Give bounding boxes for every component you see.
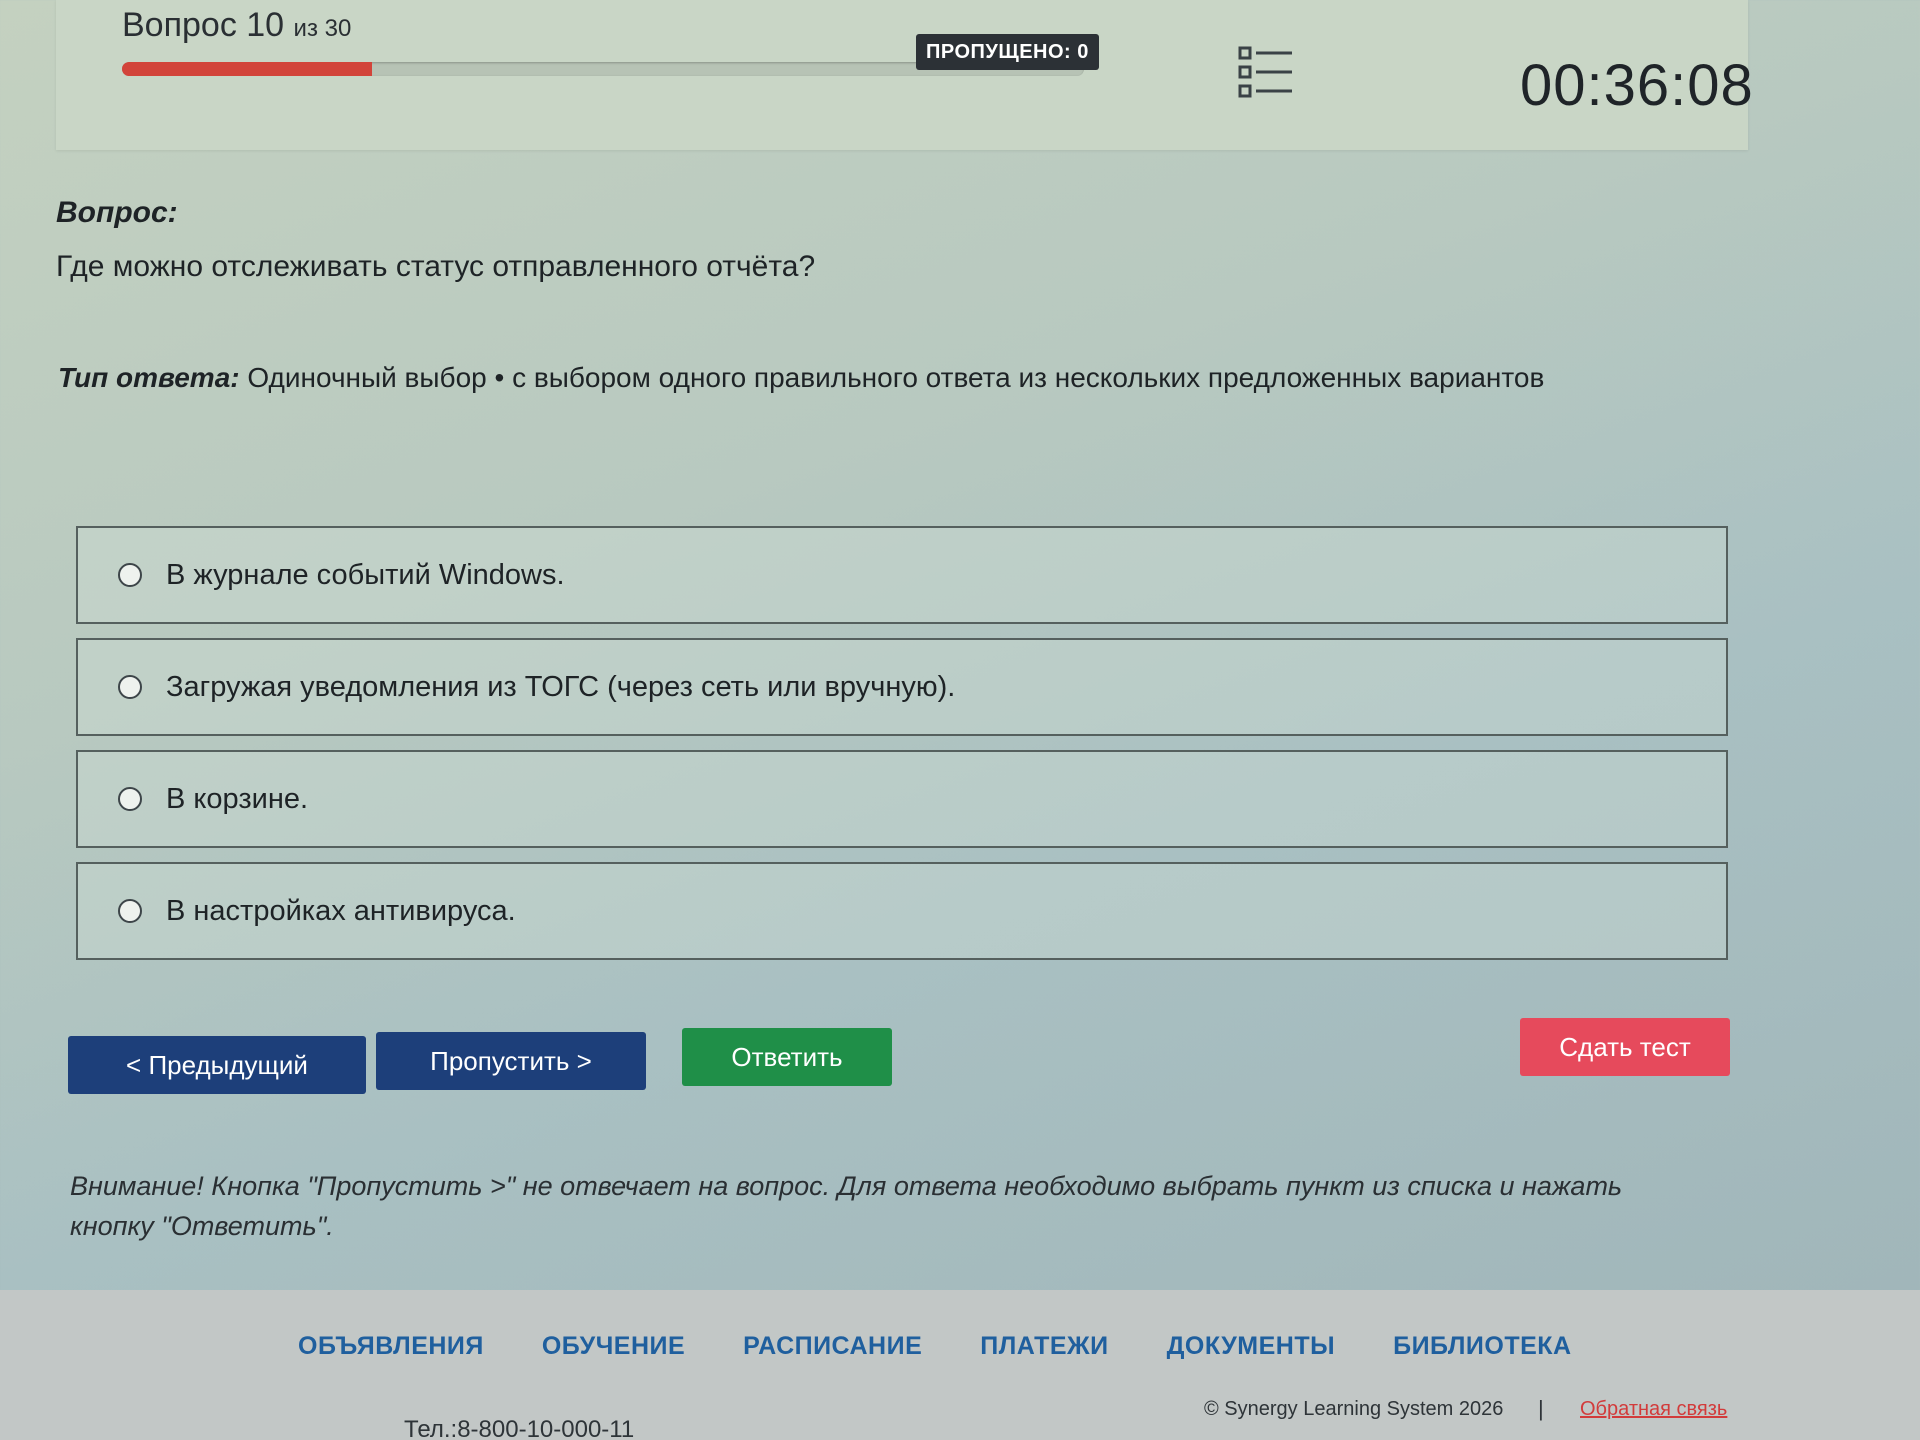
- answer-option[interactable]: В настройках антивируса.: [76, 862, 1728, 960]
- skip-warning-notice: Внимание! Кнопка "Пропустить >" не отвеч…: [70, 1171, 1623, 1241]
- answer-button[interactable]: Ответить: [682, 1028, 892, 1086]
- answer-option[interactable]: В журнале событий Windows.: [76, 526, 1728, 624]
- answer-options: В журнале событий Windows. Загружая увед…: [76, 526, 1728, 974]
- answer-type-value: Одиночный выбор • с выбором одного прави…: [247, 362, 1545, 393]
- radio-button[interactable]: [118, 899, 142, 923]
- question-label: Вопрос:: [56, 196, 178, 229]
- option-label: В журнале событий Windows.: [166, 558, 565, 591]
- question-total: из 30: [293, 15, 352, 42]
- footer-link-schedule[interactable]: РАСПИСАНИЕ: [743, 1332, 922, 1361]
- option-label: В настройках антивируса.: [166, 894, 516, 927]
- radio-button[interactable]: [118, 675, 142, 699]
- radio-button[interactable]: [118, 787, 142, 811]
- previous-button[interactable]: < Предыдущий: [68, 1036, 366, 1094]
- footer-link-library[interactable]: БИБЛИОТЕКА: [1393, 1332, 1572, 1361]
- footer-link-learning[interactable]: ОБУЧЕНИЕ: [542, 1332, 685, 1361]
- option-label: В корзине.: [166, 782, 309, 815]
- footer: ОБЪЯВЛЕНИЯ ОБУЧЕНИЕ РАСПИСАНИЕ ПЛАТЕЖИ Д…: [0, 1290, 1920, 1440]
- footer-link-documents[interactable]: ДОКУМЕНТЫ: [1167, 1332, 1336, 1361]
- question-number: Вопрос 10: [122, 6, 285, 44]
- question-list-icon[interactable]: [1236, 44, 1296, 100]
- feedback-link[interactable]: Обратная связь: [1580, 1398, 1727, 1421]
- answer-type-label: Тип ответа:: [58, 362, 240, 393]
- footer-link-payments[interactable]: ПЛАТЕЖИ: [980, 1332, 1108, 1361]
- skip-button[interactable]: Пропустить >: [376, 1032, 646, 1090]
- submit-test-button[interactable]: Сдать тест: [1520, 1018, 1730, 1076]
- phone-number: Тел.:8-800-10-000-11: [404, 1416, 635, 1440]
- copyright: © Synergy Learning System 2026: [1204, 1398, 1504, 1420]
- footer-link-announcements[interactable]: ОБЪЯВЛЕНИЯ: [298, 1332, 484, 1361]
- answer-type: Тип ответа: Одиночный выбор • с выбором …: [58, 362, 1658, 394]
- question-text: Где можно отслеживать статус отправленно…: [56, 250, 816, 283]
- progress-bar-fill: [122, 62, 373, 76]
- footer-nav: ОБЪЯВЛЕНИЯ ОБУЧЕНИЕ РАСПИСАНИЕ ПЛАТЕЖИ Д…: [298, 1332, 1572, 1361]
- footer-divider: |: [1538, 1396, 1544, 1421]
- answer-option[interactable]: В корзине.: [76, 750, 1728, 848]
- test-header: Вопрос 10 из 30 ПРОПУЩЕНО: 0 00:36:08: [56, 0, 1753, 150]
- option-label: Загружая уведомления из ТОГС (через сеть…: [166, 670, 956, 703]
- answer-option[interactable]: Загружая уведомления из ТОГС (через сеть…: [76, 638, 1728, 736]
- radio-button[interactable]: [118, 563, 142, 587]
- question-counter: Вопрос 10 из 30: [122, 6, 351, 45]
- countdown-timer: 00:36:08: [1520, 53, 1754, 118]
- skipped-badge: ПРОПУЩЕНО: 0: [916, 34, 1099, 70]
